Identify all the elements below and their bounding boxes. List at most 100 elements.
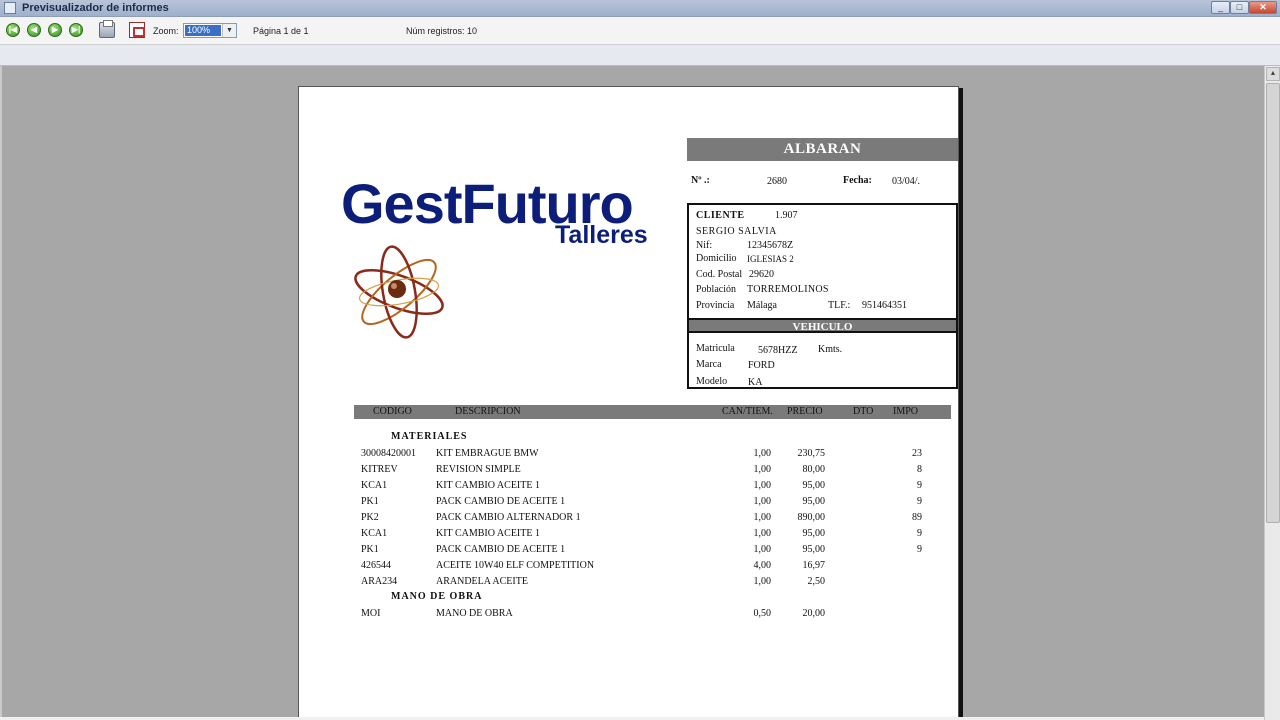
item-quantity: 1,00 bbox=[753, 576, 772, 587]
materials-section-title: MATERIALES bbox=[391, 431, 468, 442]
item-price: 890,00 bbox=[797, 512, 826, 523]
date-label: Fecha: bbox=[843, 175, 872, 186]
item-quantity: 1,00 bbox=[753, 528, 772, 539]
atom-logo-icon bbox=[354, 245, 444, 339]
client-id: 1.907 bbox=[775, 210, 798, 221]
plate-label: Matricula bbox=[696, 343, 735, 354]
brand-label: Marca bbox=[696, 359, 722, 370]
item-price: 95,00 bbox=[802, 496, 826, 507]
item-quantity: 1,00 bbox=[753, 480, 772, 491]
item-price: 95,00 bbox=[802, 544, 826, 555]
item-code: KITREV bbox=[361, 464, 398, 475]
item-description: MANO DE OBRA bbox=[436, 608, 513, 619]
model-label: Modelo bbox=[696, 376, 728, 387]
toolbar: |◀ ◀ ▶ ▶| Zoom: 100% ▼ Página 1 de 1 Núm… bbox=[0, 17, 1280, 45]
close-button[interactable]: ✕ bbox=[1249, 1, 1277, 14]
item-price: 80,00 bbox=[802, 464, 826, 475]
pdf-export-icon[interactable] bbox=[129, 22, 145, 38]
table-row: PK1 PACK CAMBIO DE ACEITE 1 1,00 95,00 9 bbox=[299, 544, 960, 558]
postal-label: Cod. Postal bbox=[696, 269, 743, 280]
item-description: PACK CAMBIO DE ACEITE 1 bbox=[436, 496, 566, 507]
postal-value: 29620 bbox=[749, 269, 774, 280]
client-label: CLIENTE bbox=[696, 210, 745, 221]
header-code: CODIGO bbox=[373, 406, 412, 417]
item-description: REVISION SIMPLE bbox=[436, 464, 521, 475]
record-count: Núm registros: 10 bbox=[406, 26, 478, 36]
minimize-button[interactable]: _ bbox=[1211, 1, 1230, 14]
item-description: PACK CAMBIO ALTERNADOR 1 bbox=[436, 512, 581, 523]
zoom-label: Zoom: bbox=[153, 26, 179, 36]
item-description: KIT CAMBIO ACEITE 1 bbox=[436, 528, 540, 539]
report-viewport[interactable]: GestFuturo Talleres ALBARAN Nº .: 2680 F… bbox=[2, 66, 1264, 720]
table-row: PK1 PACK CAMBIO DE ACEITE 1 1,00 95,00 9 bbox=[299, 496, 960, 510]
vehicle-section-title: VEHICULO bbox=[689, 318, 956, 333]
address-label: Domicilio bbox=[696, 253, 737, 264]
table-row: KCA1 KIT CAMBIO ACEITE 1 1,00 95,00 9 bbox=[299, 480, 960, 494]
kms-label: Kmts. bbox=[818, 344, 843, 355]
item-quantity: 1,00 bbox=[753, 544, 772, 555]
item-price: 230,75 bbox=[797, 448, 826, 459]
item-amount: 23 bbox=[912, 448, 922, 459]
item-price: 16,97 bbox=[802, 560, 826, 571]
app-icon bbox=[4, 2, 16, 14]
chevron-down-icon[interactable]: ▼ bbox=[222, 24, 236, 37]
vertical-scrollbar[interactable]: ▲ bbox=[1264, 66, 1280, 720]
item-price: 20,00 bbox=[802, 608, 826, 619]
item-amount: 9 bbox=[917, 528, 922, 539]
item-code: KCA1 bbox=[361, 480, 388, 491]
table-row: PK2 PACK CAMBIO ALTERNADOR 1 1,00 890,00 89 bbox=[299, 512, 960, 526]
toolbar-separator bbox=[0, 45, 1280, 66]
page-indicator: Página 1 de 1 bbox=[253, 26, 309, 36]
title-bar: Previsualizador de informes _ □ ✕ bbox=[0, 0, 1280, 17]
previous-page-icon: ◀ bbox=[30, 25, 38, 34]
window-title: Previsualizador de informes bbox=[22, 2, 169, 14]
nif-label: Nif: bbox=[696, 240, 713, 251]
item-amount: 9 bbox=[917, 480, 922, 491]
zoom-select[interactable]: 100% ▼ bbox=[183, 23, 237, 38]
phone-value: 951464351 bbox=[862, 300, 907, 311]
maximize-button[interactable]: □ bbox=[1230, 1, 1249, 14]
first-page-button[interactable]: |◀ bbox=[6, 23, 20, 37]
item-code: MOI bbox=[361, 608, 381, 619]
items-table-header: CODIGO DESCRIPCION CAN/TIEM. PRECIO DTO … bbox=[354, 405, 951, 419]
item-description: ACEITE 10W40 ELF COMPETITION bbox=[436, 560, 595, 571]
province-label: Provincia bbox=[696, 300, 735, 311]
item-description: KIT EMBRAGUE BMW bbox=[436, 448, 539, 459]
item-amount: 89 bbox=[912, 512, 922, 523]
header-amount: IMPO bbox=[893, 406, 919, 417]
number-value: 2680 bbox=[767, 176, 787, 187]
table-row: KCA1 KIT CAMBIO ACEITE 1 1,00 95,00 9 bbox=[299, 528, 960, 542]
next-page-button[interactable]: ▶ bbox=[48, 23, 62, 37]
client-box: CLIENTE 1.907 SERGIO SALVIA Nif: 1234567… bbox=[687, 203, 958, 389]
header-quantity: CAN/TIEM. bbox=[722, 406, 773, 417]
item-price: 95,00 bbox=[802, 480, 826, 491]
number-label: Nº .: bbox=[691, 175, 710, 186]
phone-label: TLF.: bbox=[828, 300, 851, 311]
item-quantity: 1,00 bbox=[753, 448, 772, 459]
last-page-icon: ▶| bbox=[71, 25, 81, 34]
item-amount: 8 bbox=[917, 464, 922, 475]
model-value: KA bbox=[748, 377, 763, 388]
report-page: GestFuturo Talleres ALBARAN Nº .: 2680 F… bbox=[298, 86, 959, 720]
zoom-value: 100% bbox=[185, 25, 221, 36]
item-code: 30008420001 bbox=[361, 448, 416, 459]
city-value: TORREMOLINOS bbox=[747, 284, 829, 295]
document-title: ALBARAN bbox=[687, 138, 958, 161]
previous-page-button[interactable]: ◀ bbox=[27, 23, 41, 37]
item-code: 426544 bbox=[361, 560, 391, 571]
scrollbar-thumb[interactable] bbox=[1266, 83, 1280, 523]
item-amount: 9 bbox=[917, 544, 922, 555]
nif-value: 12345678Z bbox=[747, 240, 794, 251]
date-value: 03/04/. bbox=[892, 176, 921, 187]
plate-value: 5678HZZ bbox=[758, 345, 798, 356]
item-description: ARANDELA ACEITE bbox=[436, 576, 528, 587]
table-row: MOI MANO DE OBRA 0,50 20,00 bbox=[299, 608, 960, 622]
province-value: Málaga bbox=[747, 300, 777, 311]
header-discount: DTO bbox=[853, 406, 874, 417]
item-code: PK1 bbox=[361, 544, 379, 555]
scroll-up-icon[interactable]: ▲ bbox=[1266, 67, 1280, 81]
item-code: KCA1 bbox=[361, 528, 388, 539]
print-icon[interactable] bbox=[99, 20, 115, 38]
item-quantity: 1,00 bbox=[753, 464, 772, 475]
last-page-button[interactable]: ▶| bbox=[69, 23, 83, 37]
